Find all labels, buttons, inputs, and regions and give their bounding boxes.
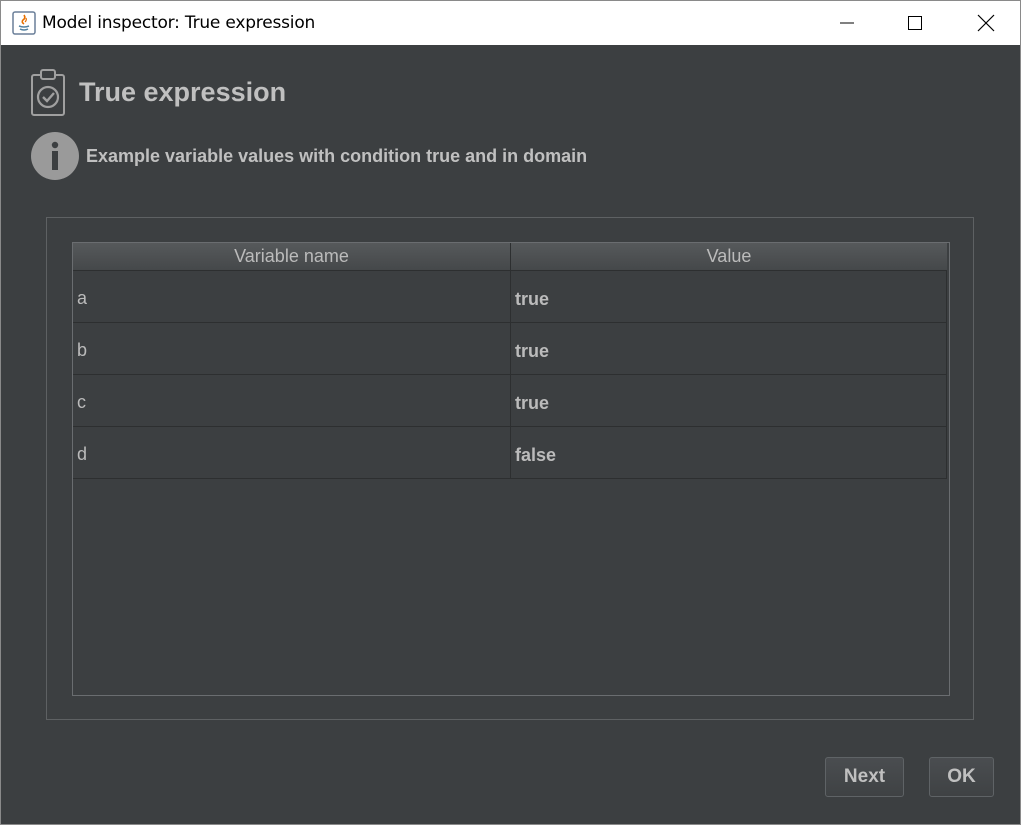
variable-name-cell[interactable]: b <box>73 323 511 374</box>
variable-value-cell[interactable]: true <box>511 375 947 426</box>
maximize-button[interactable] <box>885 1 945 45</box>
minimize-button[interactable] <box>817 1 877 45</box>
window-title: Model inspector: True expression <box>42 13 316 33</box>
variable-name-cell[interactable]: a <box>73 271 511 322</box>
info-message: Example variable values with condition t… <box>86 146 588 166</box>
info-icon <box>30 131 80 181</box>
minimize-icon <box>840 22 854 24</box>
clipboard-check-icon <box>30 67 66 117</box>
table-header: Variable name Value <box>73 243 947 271</box>
results-panel: Variable name Value a true b true c true <box>46 217 974 720</box>
table-row[interactable]: a true <box>73 271 947 323</box>
dialog-content: True expression Example variable values … <box>1 45 1020 824</box>
page-title: True expression <box>79 77 287 107</box>
maximize-icon <box>908 16 922 30</box>
variable-value-cell[interactable]: true <box>511 323 947 374</box>
variable-value-cell[interactable]: false <box>511 427 947 478</box>
table-row[interactable]: c true <box>73 375 947 427</box>
column-header-variable-name[interactable]: Variable name <box>73 243 511 270</box>
variable-name-cell[interactable]: c <box>73 375 511 426</box>
variables-table[interactable]: Variable name Value a true b true c true <box>72 242 950 696</box>
close-button[interactable] <box>956 1 1016 45</box>
variable-value-cell[interactable]: true <box>511 271 947 322</box>
title-bar: Model inspector: True expression <box>1 1 1020 45</box>
table-row[interactable]: d false <box>73 427 947 479</box>
java-app-icon <box>12 11 36 35</box>
variable-name-cell[interactable]: d <box>73 427 511 478</box>
close-icon <box>977 14 995 32</box>
ok-button[interactable]: OK <box>929 757 994 797</box>
column-header-value[interactable]: Value <box>511 243 947 270</box>
table-row[interactable]: b true <box>73 323 947 375</box>
next-button[interactable]: Next <box>825 757 904 797</box>
dialog-window: Model inspector: True expression True ex… <box>0 0 1021 825</box>
table-body: a true b true c true d false <box>73 271 947 479</box>
